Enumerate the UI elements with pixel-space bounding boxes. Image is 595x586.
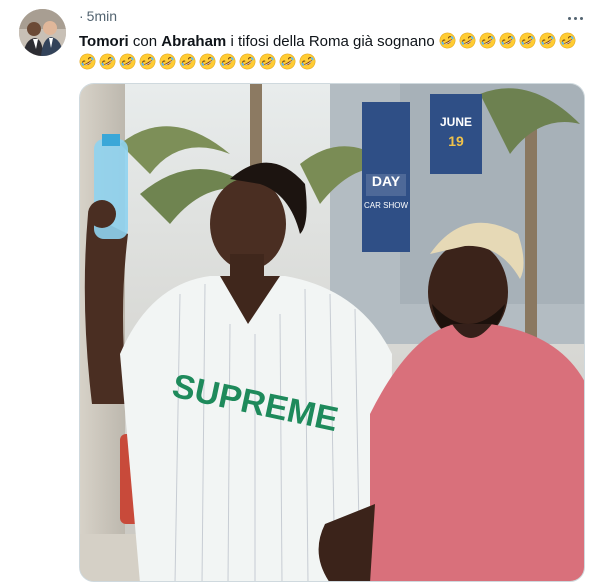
rofl-emoji-icon bbox=[219, 53, 236, 70]
event-banner-2: JUNE 19 bbox=[430, 94, 482, 174]
more-dot bbox=[573, 16, 577, 20]
rofl-emoji-icon bbox=[519, 32, 536, 49]
rofl-emoji-icon bbox=[439, 32, 456, 49]
mention-abraham[interactable]: Abraham bbox=[161, 33, 226, 50]
rofl-emoji-icon bbox=[199, 53, 216, 70]
user-avatar[interactable] bbox=[19, 9, 66, 56]
text-body: i tifosi della Roma già sognano bbox=[226, 33, 439, 50]
rofl-emoji-icon bbox=[539, 32, 556, 49]
mention-tomori[interactable]: Tomori bbox=[79, 33, 129, 50]
rofl-emoji-icon bbox=[179, 53, 196, 70]
rofl-emoji-icon bbox=[159, 53, 176, 70]
rofl-emoji-icon bbox=[459, 32, 476, 49]
tweet-card[interactable]: · 5min Tomori con Abraham i tifosi della … bbox=[0, 0, 595, 586]
text-connector: con bbox=[128, 33, 162, 50]
tweet-text: Tomori con Abraham i tifosi della Roma g… bbox=[79, 31, 579, 73]
rofl-emoji-icon bbox=[259, 53, 276, 70]
banner-1-sub: CAR SHOW bbox=[364, 201, 408, 210]
rofl-emoji-icon bbox=[119, 53, 136, 70]
rofl-emoji-icon bbox=[499, 32, 516, 49]
rofl-emoji-icon bbox=[139, 53, 156, 70]
rofl-emoji-icon bbox=[79, 53, 96, 70]
tweet-header: · 5min bbox=[79, 8, 117, 24]
rofl-emoji-icon bbox=[99, 53, 116, 70]
more-dots-icon bbox=[567, 16, 571, 20]
rofl-emoji-icon bbox=[299, 53, 316, 70]
more-dot bbox=[579, 16, 583, 20]
rofl-emoji-icon bbox=[479, 32, 496, 49]
separator-dot: · bbox=[79, 8, 84, 24]
rofl-emoji-icon bbox=[279, 53, 296, 70]
more-options-button[interactable] bbox=[563, 7, 587, 29]
rofl-emoji-icon bbox=[239, 53, 256, 70]
tweet-timestamp[interactable]: 5min bbox=[87, 8, 117, 24]
banner-2-sub: 19 bbox=[448, 133, 464, 149]
banner-1-text: DAY bbox=[372, 173, 401, 189]
rofl-emoji-icon bbox=[559, 32, 576, 49]
banner-2-text: JUNE bbox=[440, 115, 472, 129]
tweet-photo[interactable]: DAY CAR SHOW JUNE 19 SUPREME bbox=[79, 83, 585, 582]
event-banner-1: DAY CAR SHOW bbox=[362, 102, 410, 252]
